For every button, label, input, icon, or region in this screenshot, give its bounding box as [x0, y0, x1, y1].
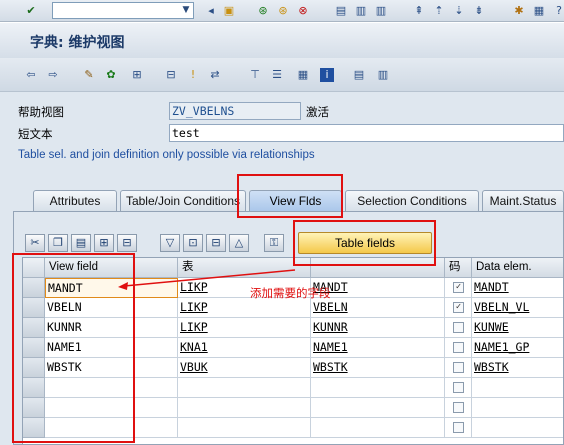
cell-table[interactable]: LIKP: [178, 318, 311, 338]
key-checkbox[interactable]: ✓: [453, 302, 464, 313]
save-icon[interactable]: ▣: [222, 4, 236, 18]
col-header-key[interactable]: 码: [445, 258, 472, 278]
shortcut-icon[interactable]: ▦: [532, 4, 546, 18]
navigate-icon[interactable]: ⇄: [208, 68, 222, 82]
chevron-down-icon[interactable]: ▼: [179, 3, 193, 18]
cell-key: [445, 418, 472, 438]
cell-field[interactable]: [311, 398, 445, 418]
table-icon[interactable]: ▦: [296, 68, 310, 82]
where-used-icon[interactable]: ǃ: [186, 68, 200, 82]
deselect-icon[interactable]: ⊟: [206, 234, 226, 252]
select-all-icon[interactable]: ⊡: [183, 234, 203, 252]
help-view-label: 帮助视图: [18, 107, 64, 119]
enter-check-icon[interactable]: ✔: [24, 4, 38, 18]
cell-data-element[interactable]: [472, 418, 563, 438]
application-toolbar: ⇦ ⇨ ✎ ✿ ⊞ ⊟ ǃ ⇄ ⊤ ☰ ▦ i ▤ ▥: [0, 58, 564, 92]
find-icon[interactable]: ▥: [354, 4, 368, 18]
cell-field[interactable]: [311, 418, 445, 438]
cell-key: [445, 398, 472, 418]
cell-data-element[interactable]: [472, 398, 563, 418]
tab-attributes[interactable]: Attributes: [33, 190, 117, 212]
details-icon[interactable]: ⚿: [264, 234, 284, 252]
key-checkbox[interactable]: [453, 362, 464, 373]
key-checkbox[interactable]: ✓: [453, 282, 464, 293]
display-object-list-icon[interactable]: ☰: [270, 68, 284, 82]
view-fields-highlight: [237, 174, 343, 218]
delete-row-icon[interactable]: ⊟: [117, 234, 137, 252]
back-green-icon[interactable]: ⊛: [256, 4, 270, 18]
tab-selection-conditions[interactable]: Selection Conditions: [345, 190, 479, 212]
cell-key: ✓: [445, 298, 472, 318]
insert-row-icon[interactable]: ⊞: [94, 234, 114, 252]
cell-table[interactable]: [178, 418, 311, 438]
cell-data-element[interactable]: VBELN_VL: [472, 298, 563, 318]
cell-key: [445, 378, 472, 398]
cell-key: ✓: [445, 278, 472, 298]
cell-field[interactable]: KUNNR: [311, 318, 445, 338]
activate-icon[interactable]: ⊟: [164, 68, 178, 82]
cell-key: [445, 358, 472, 378]
prev-page-icon[interactable]: ⇡: [432, 4, 446, 18]
back-arrow-icon[interactable]: ⇦: [24, 68, 38, 82]
cell-table[interactable]: VBUK: [178, 358, 311, 378]
hierarchy-icon[interactable]: ⊤: [248, 68, 262, 82]
cell-data-element[interactable]: [472, 378, 563, 398]
cell-table[interactable]: [178, 378, 311, 398]
cell-table[interactable]: [178, 398, 311, 418]
paste-icon[interactable]: ▤: [71, 234, 91, 252]
short-text-field[interactable]: test: [169, 124, 564, 142]
find-next-icon[interactable]: ▥: [374, 4, 388, 18]
command-field[interactable]: ▼: [52, 2, 194, 19]
cell-field[interactable]: VBELN: [311, 298, 445, 318]
cell-field[interactable]: MANDT: [311, 278, 445, 298]
display-change-icon[interactable]: ✎: [82, 68, 96, 82]
key-checkbox[interactable]: [453, 422, 464, 433]
cell-table[interactable]: LIKP: [178, 298, 311, 318]
grid-view-icon[interactable]: ▥: [376, 68, 390, 82]
print-icon[interactable]: ▤: [334, 4, 348, 18]
page-title: 字典: 维护视图: [30, 35, 125, 51]
next-page-icon[interactable]: ⇣: [452, 4, 466, 18]
table-fields-highlight: [293, 220, 436, 266]
key-checkbox[interactable]: [453, 342, 464, 353]
key-checkbox[interactable]: [453, 382, 464, 393]
tab-table-join-conditions[interactable]: Table/Join Conditions: [120, 190, 246, 212]
cell-field[interactable]: NAME1: [311, 338, 445, 358]
other-object-icon[interactable]: ✿: [104, 68, 118, 82]
cell-data-element[interactable]: KUNWE: [472, 318, 563, 338]
first-page-icon[interactable]: ⇞: [412, 4, 426, 18]
sort-icon[interactable]: ▽: [160, 234, 180, 252]
cell-data-element[interactable]: WBSTK: [472, 358, 563, 378]
exit-icon[interactable]: ⊛: [276, 4, 290, 18]
col-header-data-element[interactable]: Data elem.: [472, 258, 563, 278]
short-text-label: 短文本: [18, 129, 53, 141]
forward-arrow-icon[interactable]: ⇨: [46, 68, 60, 82]
back-icon[interactable]: ◂: [204, 4, 218, 18]
help-view-field[interactable]: ZV_VBELNS: [169, 102, 301, 120]
copy-icon[interactable]: ❐: [48, 234, 68, 252]
check-icon[interactable]: ⊞: [130, 68, 144, 82]
filter-icon[interactable]: △: [229, 234, 249, 252]
status-text: 激活: [306, 107, 329, 119]
new-session-icon[interactable]: ✱: [512, 4, 526, 18]
cancel-icon[interactable]: ⊗: [296, 4, 310, 18]
cell-data-element[interactable]: MANDT: [472, 278, 563, 298]
last-page-icon[interactable]: ⇟: [472, 4, 486, 18]
cell-field[interactable]: [311, 378, 445, 398]
system-toolbar: ✔ ▼ ◂ ▣ ⊛ ⊛ ⊗ ▤ ▥ ▥ ⇞ ⇡ ⇣ ⇟ ✱ ▦ ?: [0, 0, 564, 22]
key-checkbox[interactable]: [453, 322, 464, 333]
key-checkbox[interactable]: [453, 402, 464, 413]
annotation-note: 添加需要的字段: [250, 286, 331, 300]
cell-table[interactable]: KNA1: [178, 338, 311, 358]
relationships-icon[interactable]: ▤: [352, 68, 366, 82]
info-message: Table sel. and join definition only poss…: [18, 149, 315, 161]
cell-key: [445, 338, 472, 358]
cell-field[interactable]: WBSTK: [311, 358, 445, 378]
tab-maint-status[interactable]: Maint.Status: [482, 190, 564, 212]
info-icon[interactable]: i: [320, 68, 334, 82]
cell-key: [445, 318, 472, 338]
cell-data-element[interactable]: NAME1_GP: [472, 338, 563, 358]
help-icon[interactable]: ?: [552, 4, 564, 18]
cut-icon[interactable]: ✂: [25, 234, 45, 252]
